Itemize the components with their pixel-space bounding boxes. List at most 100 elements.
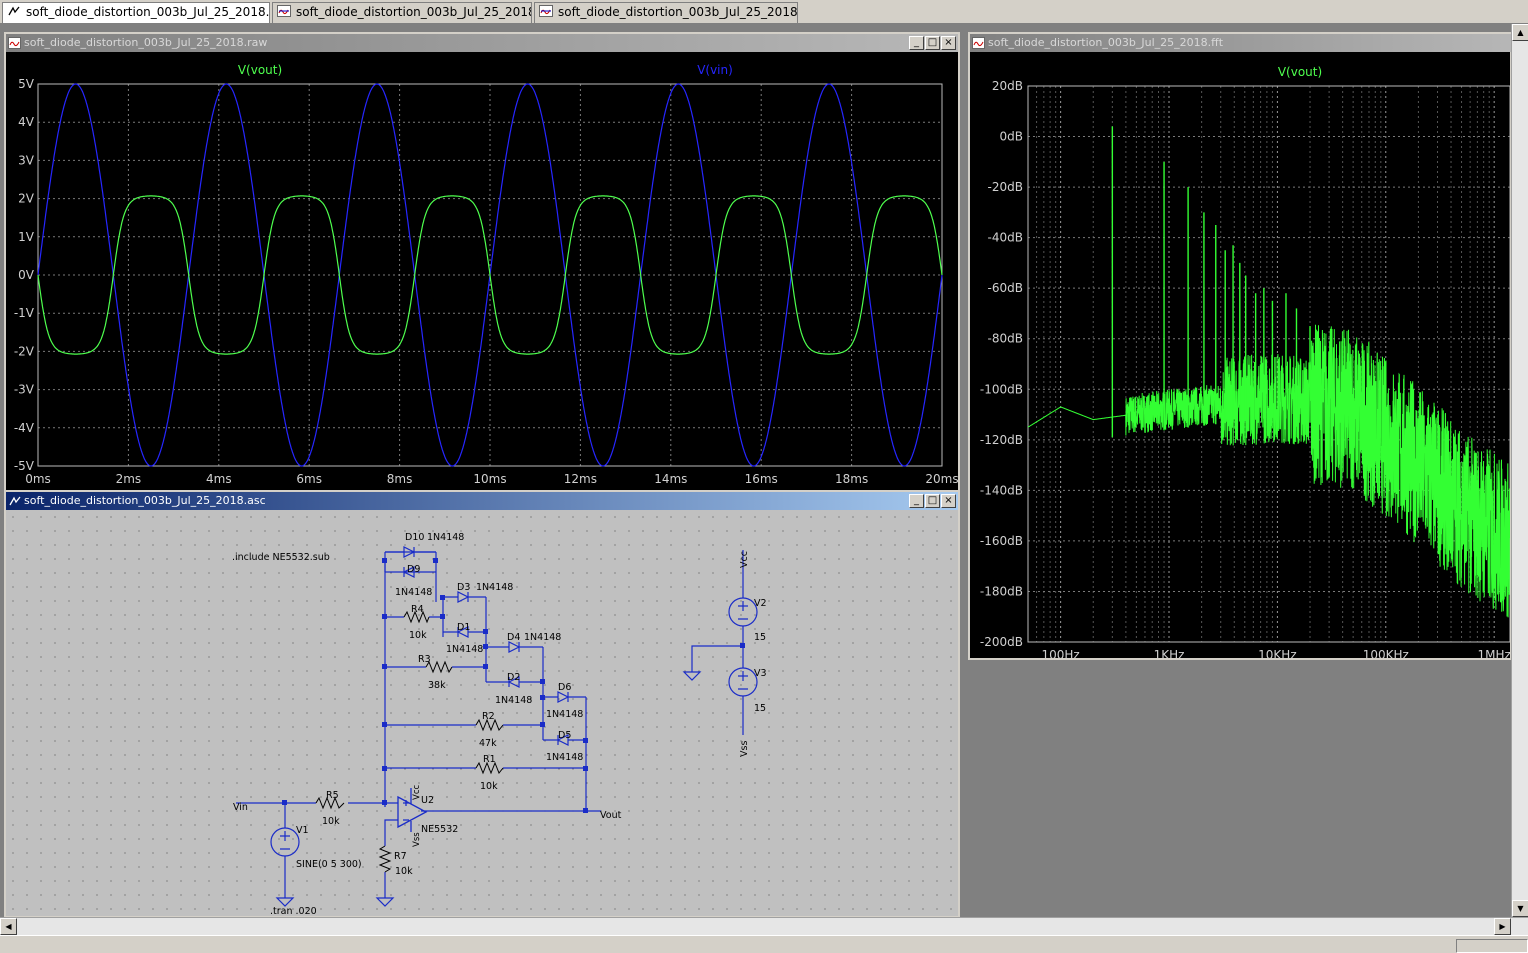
r4-label[interactable]: R4 — [411, 604, 424, 615]
legend-vout: V(vout) — [238, 63, 282, 77]
vin-net-label[interactable]: Vin — [233, 802, 248, 813]
tab-raw[interactable]: soft_diode_distortion_003b_Jul_25_2018.r… — [534, 2, 798, 23]
x-tick-label: 2ms — [116, 472, 142, 486]
r2-label[interactable]: R2 — [482, 711, 495, 722]
legend-vout: V(vout) — [1278, 65, 1322, 79]
d10-model[interactable]: 1N4148 — [427, 532, 464, 543]
y-tick-label: 2V — [18, 192, 35, 206]
x-tick-label: 10KHz — [1258, 648, 1296, 658]
d10-label[interactable]: D10 — [405, 532, 424, 543]
y-tick-label: -120dB — [980, 433, 1023, 447]
y-tick-label: 0dB — [1000, 130, 1023, 144]
r3-label[interactable]: R3 — [418, 654, 431, 665]
r7-label[interactable]: R7 — [394, 851, 407, 862]
d6-model[interactable]: 1N4148 — [546, 709, 583, 720]
u2-model[interactable]: NE5532 — [421, 824, 458, 835]
y-tick-label: 5V — [18, 77, 35, 91]
maximize-button[interactable]: □ — [925, 36, 940, 50]
tab-bar: soft_diode_distortion_003b_Jul_25_2018.a… — [0, 0, 1528, 24]
minimize-button[interactable]: _ — [909, 36, 924, 50]
y-tick-label: -1V — [14, 306, 35, 320]
maximize-button[interactable]: □ — [925, 494, 940, 508]
x-tick-label: 12ms — [564, 472, 597, 486]
d4-label[interactable]: D4 — [507, 632, 520, 643]
r5-label[interactable]: R5 — [326, 790, 339, 801]
schematic-icon — [8, 6, 20, 16]
r1-label[interactable]: R1 — [483, 754, 496, 765]
schematic-labels: .include NE5532.sub .tran .020 D10 1N414… — [232, 532, 767, 916]
r7-value[interactable]: 10k — [395, 866, 413, 877]
y-tick-label: -2V — [14, 344, 35, 358]
d3-model[interactable]: 1N4148 — [476, 582, 513, 593]
y-tick-label: -40dB — [988, 231, 1023, 245]
schematic-wires — [236, 550, 744, 898]
fft-plot[interactable]: 100Hz 1KHz 10KHz 100KHz 1MHz 20dB 0dB -20dB -40d… — [970, 52, 1510, 658]
raw-plot-window: soft_diode_distortion_003b_Jul_25_2018.r… — [4, 32, 960, 492]
scroll-up-button[interactable]: ▲ — [1512, 24, 1528, 41]
raw-window-titlebar[interactable]: soft_diode_distortion_003b_Jul_25_2018.r… — [6, 34, 958, 52]
r4-value[interactable]: 10k — [409, 630, 427, 641]
junction-dots — [282, 558, 745, 813]
d4-model[interactable]: 1N4148 — [524, 632, 561, 643]
d9-model[interactable]: 1N4148 — [395, 587, 432, 598]
fft-window-titlebar[interactable]: soft_diode_distortion_003b_Jul_25_2018.f… — [970, 34, 1526, 52]
u2-vss-label: Vss — [412, 832, 422, 847]
d1-label[interactable]: D1 — [457, 622, 470, 633]
waveform-icon — [277, 5, 291, 17]
tran-directive[interactable]: .tran .020 — [270, 906, 317, 916]
x-tick-label: 20ms — [925, 472, 958, 486]
vcc-net-label[interactable]: Vcc — [739, 551, 750, 568]
transient-plot[interactable]: 0ms 2ms 4ms 6ms 8ms 10ms 12ms 14ms 16ms 18ms 20ms 5… — [6, 52, 958, 490]
d3-label[interactable]: D3 — [457, 582, 470, 593]
schematic-canvas[interactable]: .include NE5532.sub .tran .020 D10 1N414… — [6, 510, 958, 916]
y-tick-label: -80dB — [988, 332, 1023, 346]
scroll-right-button[interactable]: ▶ — [1494, 918, 1511, 935]
d5-label[interactable]: D5 — [558, 730, 571, 741]
r1-value[interactable]: 10k — [480, 781, 498, 792]
scroll-down-button[interactable]: ▼ — [1512, 900, 1528, 917]
status-bar — [0, 935, 1528, 953]
close-button[interactable]: × — [941, 36, 956, 50]
scroll-left-button[interactable]: ◀ — [0, 918, 17, 935]
fft-noise-trace — [1027, 324, 1510, 618]
u2-label[interactable]: U2 — [421, 795, 434, 806]
fft-window-title: soft_diode_distortion_003b_Jul_25_2018.f… — [988, 36, 1224, 49]
v3-value[interactable]: 15 — [754, 703, 766, 714]
x-tick-label: 8ms — [387, 472, 413, 486]
v3-label[interactable]: V3 — [754, 668, 767, 679]
asc-window-titlebar[interactable]: soft_diode_distortion_003b_Jul_25_2018.a… — [6, 492, 958, 510]
v2-value[interactable]: 15 — [754, 632, 766, 643]
d9-label[interactable]: D9 — [407, 564, 420, 575]
v2-label[interactable]: V2 — [754, 598, 767, 609]
workspace-vertical-scrollbar[interactable]: ▲ ▼ — [1511, 24, 1528, 917]
waveform-icon — [8, 37, 21, 49]
close-button[interactable]: × — [941, 494, 956, 508]
x-tick-label: 6ms — [296, 472, 322, 486]
vss-net-label[interactable]: Vss — [739, 741, 750, 757]
d2-model[interactable]: 1N4148 — [495, 695, 532, 706]
tab-fft-label: soft_diode_distortion_003b_Jul_25_2018.f… — [296, 5, 532, 19]
vout-net-label[interactable]: Vout — [600, 810, 622, 821]
x-tick-label: 1KHz — [1154, 648, 1185, 658]
tab-asc[interactable]: soft_diode_distortion_003b_Jul_25_2018.a… — [2, 2, 270, 23]
r3-value[interactable]: 38k — [428, 680, 446, 691]
include-directive[interactable]: .include NE5532.sub — [232, 552, 330, 563]
v1-value[interactable]: SINE(0 5 300) — [296, 859, 362, 870]
d1-model[interactable]: 1N4148 — [446, 644, 483, 655]
y-tick-label: -140dB — [980, 483, 1023, 497]
schematic-icon — [9, 496, 21, 506]
workspace-horizontal-scrollbar[interactable]: ◀ ▶ — [0, 917, 1528, 935]
y-tick-label: -160dB — [980, 534, 1023, 548]
tab-fft[interactable]: soft_diode_distortion_003b_Jul_25_2018.f… — [272, 2, 532, 23]
v1-label[interactable]: V1 — [296, 825, 309, 836]
asc-window-title: soft_diode_distortion_003b_Jul_25_2018.a… — [24, 494, 266, 507]
tab-asc-label: soft_diode_distortion_003b_Jul_25_2018.a… — [26, 5, 270, 19]
tab-raw-label: soft_diode_distortion_003b_Jul_25_2018.r… — [558, 5, 798, 19]
r2-value[interactable]: 47k — [479, 738, 497, 749]
d6-label[interactable]: D6 — [558, 682, 571, 693]
r5-value[interactable]: 10k — [322, 816, 340, 827]
y-tick-label: -200dB — [980, 635, 1023, 649]
d2-label[interactable]: D2 — [507, 672, 520, 683]
d5-model[interactable]: 1N4148 — [546, 752, 583, 763]
minimize-button[interactable]: _ — [909, 494, 924, 508]
